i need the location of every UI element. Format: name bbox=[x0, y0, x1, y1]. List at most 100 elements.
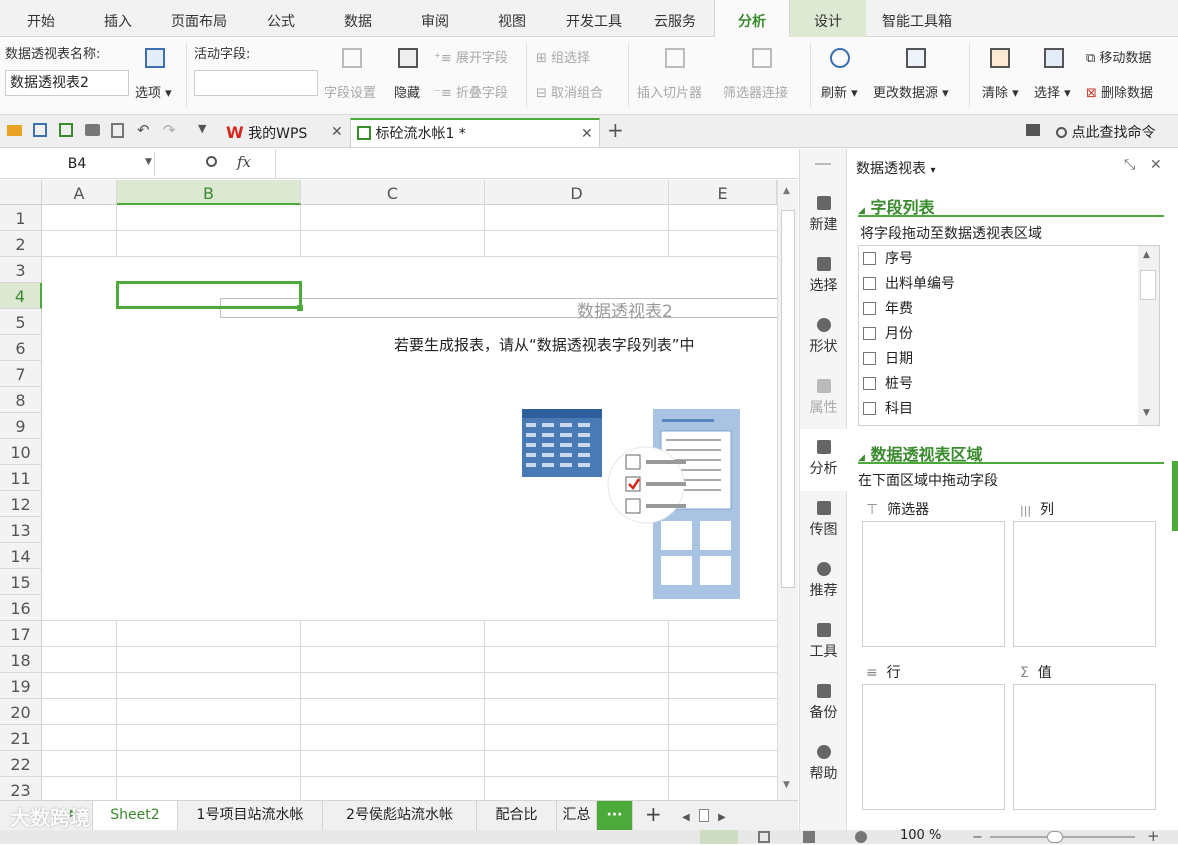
tab-insert[interactable]: 插入 bbox=[82, 0, 154, 37]
sheet-scroll-thumb[interactable] bbox=[698, 809, 709, 822]
row-header[interactable]: 20 bbox=[0, 699, 42, 725]
zoom-slider-handle[interactable] bbox=[1047, 831, 1063, 843]
scroll-up-icon[interactable]: ▲ bbox=[1143, 250, 1150, 260]
sidebar-item-shapes[interactable]: 形状 bbox=[800, 318, 847, 356]
zoom-level[interactable]: 100 % bbox=[900, 828, 941, 843]
field-item[interactable]: 月份 bbox=[863, 322, 913, 347]
row-header[interactable]: 8 bbox=[0, 387, 42, 413]
sheet-tab-summary[interactable]: 汇总 bbox=[557, 801, 597, 830]
field-list-scrollbar[interactable]: ▲ ▼ bbox=[1138, 246, 1159, 425]
field-checkbox[interactable] bbox=[863, 327, 876, 340]
select-button[interactable]: 选择 ▾ bbox=[1034, 82, 1071, 101]
zoom-formula-icon[interactable] bbox=[206, 156, 217, 167]
redo-icon[interactable]: ↷ bbox=[163, 121, 176, 139]
new-tab-icon[interactable]: + bbox=[607, 118, 624, 142]
field-item[interactable]: 序号 bbox=[863, 247, 913, 272]
scroll-right-icon[interactable]: ▶ bbox=[718, 812, 726, 823]
sheet-tab-mix-ratio[interactable]: 配合比 bbox=[477, 801, 557, 830]
tab-home[interactable]: 开始 bbox=[0, 0, 82, 37]
more-sheets-button[interactable]: ··· bbox=[597, 801, 633, 830]
column-header-b[interactable]: B bbox=[117, 180, 301, 205]
row-header[interactable]: 7 bbox=[0, 361, 42, 387]
sidebar-item-properties[interactable]: 属性 bbox=[800, 379, 847, 417]
move-pivot-button[interactable]: ⧉ 移动数据 bbox=[1086, 47, 1151, 66]
sheet-scroll-controls[interactable]: ◀ ▶ bbox=[682, 809, 726, 823]
scroll-up-icon[interactable]: ▲ bbox=[783, 186, 790, 196]
refresh-button[interactable]: 刷新 ▾ bbox=[821, 82, 858, 101]
row-header[interactable]: 22 bbox=[0, 751, 42, 777]
field-item[interactable]: 桩号 bbox=[863, 372, 913, 397]
sidebar-item-analyze[interactable]: 分析 bbox=[800, 440, 847, 478]
row-header[interactable]: 5 bbox=[0, 309, 42, 335]
field-checkbox[interactable] bbox=[863, 302, 876, 315]
add-sheet-button[interactable]: + bbox=[645, 802, 662, 826]
panel-title-dropdown[interactable]: 数据透视表 ▾ bbox=[856, 158, 935, 178]
pivot-name-input[interactable]: 数据透视表2 bbox=[5, 70, 129, 96]
row-header[interactable]: 9 bbox=[0, 413, 42, 439]
change-source-button[interactable]: 更改数据源 ▾ bbox=[873, 82, 949, 101]
field-item[interactable]: 年费 bbox=[863, 297, 913, 322]
sidebar-item-backup[interactable]: 备份 bbox=[800, 684, 847, 722]
fill-handle[interactable] bbox=[297, 305, 303, 311]
field-checkbox[interactable] bbox=[863, 377, 876, 390]
tab-page-layout[interactable]: 页面布局 bbox=[154, 0, 244, 37]
vertical-scrollbar[interactable]: ▲ ▼ bbox=[777, 180, 798, 800]
hide-button[interactable]: 隐藏 bbox=[394, 82, 420, 101]
print-icon[interactable] bbox=[85, 124, 100, 136]
field-checkbox[interactable] bbox=[863, 402, 876, 415]
row-header[interactable]: 21 bbox=[0, 725, 42, 751]
column-header-c[interactable]: C bbox=[301, 180, 485, 205]
scroll-down-icon[interactable]: ▼ bbox=[783, 780, 790, 790]
search-command[interactable]: 点此查找命令 bbox=[1056, 122, 1155, 142]
reading-mode-icon[interactable] bbox=[855, 831, 867, 843]
sheet-tab-2[interactable]: 2号侯彪站流水帐 bbox=[323, 801, 477, 830]
fx-button[interactable]: fx bbox=[237, 153, 251, 171]
collapse-field-button[interactable]: ⁻≡ 折叠字段 bbox=[434, 82, 508, 101]
sidebar-item-tools[interactable]: 工具 bbox=[800, 623, 847, 661]
field-checkbox[interactable] bbox=[863, 277, 876, 290]
normal-view-icon[interactable] bbox=[700, 830, 738, 844]
undo-icon[interactable]: ↶ bbox=[137, 121, 150, 139]
name-box[interactable]: B4 bbox=[0, 152, 155, 176]
tab-formulas[interactable]: 公式 bbox=[244, 0, 318, 37]
selected-cell-b4[interactable] bbox=[116, 281, 302, 309]
row-header[interactable]: 17 bbox=[0, 621, 42, 647]
page-break-view-icon[interactable] bbox=[803, 831, 815, 843]
clear-button[interactable]: 清除 ▾ bbox=[982, 82, 1019, 101]
scroll-down-icon[interactable]: ▼ bbox=[1143, 408, 1150, 418]
field-item[interactable]: 出料单编号 bbox=[863, 272, 955, 297]
close-tab-icon[interactable]: ✕ bbox=[331, 118, 343, 147]
insert-slicer-button[interactable]: 插入切片器 bbox=[637, 82, 702, 101]
row-header[interactable]: 4 bbox=[0, 283, 42, 309]
delete-pivot-button[interactable]: ⊠ 删除数据 bbox=[1086, 82, 1153, 101]
expand-field-button[interactable]: ⁺≡ 展开字段 bbox=[434, 47, 508, 66]
qat-dropdown-icon[interactable]: ▼ bbox=[198, 122, 206, 135]
sidebar-item-select[interactable]: 选择 bbox=[800, 257, 847, 295]
tab-review[interactable]: 审阅 bbox=[398, 0, 472, 37]
formula-input[interactable] bbox=[275, 149, 798, 179]
field-item[interactable]: 科目 bbox=[863, 397, 913, 422]
tab-view[interactable]: 视图 bbox=[472, 0, 552, 37]
row-header[interactable]: 1 bbox=[0, 205, 42, 231]
export-pdf-icon[interactable] bbox=[59, 123, 73, 137]
row-header[interactable]: 3 bbox=[0, 257, 42, 283]
field-item[interactable]: 日期 bbox=[863, 347, 913, 372]
row-header[interactable]: 16 bbox=[0, 595, 42, 621]
row-header[interactable]: 12 bbox=[0, 491, 42, 517]
column-header-a[interactable]: A bbox=[42, 180, 117, 205]
scrollbar-thumb[interactable] bbox=[781, 210, 795, 588]
scroll-left-icon[interactable]: ◀ bbox=[682, 812, 690, 823]
close-icon[interactable]: ✕ bbox=[1150, 157, 1162, 173]
row-header[interactable]: 11 bbox=[0, 465, 42, 491]
ungroup-button[interactable]: ⊟ 取消组合 bbox=[536, 82, 603, 101]
tab-design[interactable]: 设计 bbox=[790, 0, 866, 37]
sidebar-item-new[interactable]: 新建 bbox=[800, 196, 847, 234]
undock-icon[interactable]: ⤡ bbox=[1124, 157, 1135, 173]
name-box-dropdown-icon[interactable]: ▼ bbox=[145, 157, 152, 167]
column-header-d[interactable]: D bbox=[485, 180, 669, 205]
tab-developer[interactable]: 开发工具 bbox=[552, 0, 636, 37]
field-checkbox[interactable] bbox=[863, 252, 876, 265]
field-checkbox[interactable] bbox=[863, 352, 876, 365]
column-drop-zone[interactable] bbox=[1013, 521, 1156, 647]
tab-my-wps[interactable]: W 我的WPS ✕ bbox=[218, 118, 348, 147]
